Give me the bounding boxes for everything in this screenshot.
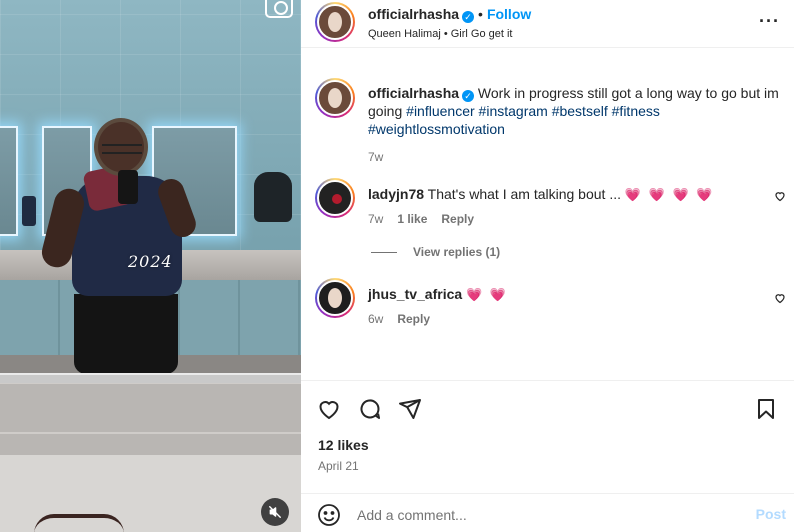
comment-item: jhus_tv_africa 💗 💗 6w Reply	[368, 285, 508, 326]
commenter-avatar[interactable]	[315, 278, 355, 318]
verified-badge-icon: ✓	[462, 90, 475, 102]
comment-input[interactable]	[357, 502, 737, 528]
replies-divider	[371, 251, 397, 253]
like-comment-heart-icon[interactable]	[774, 292, 786, 307]
emoji-icon[interactable]	[317, 503, 341, 527]
caption-time[interactable]: 7w	[368, 150, 783, 164]
author-username[interactable]: officialrhasha	[368, 6, 459, 22]
caption: officialrhasha ✓ Work in progress still g…	[368, 84, 783, 164]
mute-button[interactable]	[261, 498, 289, 526]
reply-button[interactable]: Reply	[397, 312, 430, 326]
caption-username[interactable]: officialrhasha	[368, 85, 459, 101]
heart-emojis: 💗 💗	[466, 287, 509, 302]
commenter-avatar[interactable]	[315, 178, 355, 218]
more-options-icon[interactable]: ···	[759, 12, 780, 30]
like-heart-icon[interactable]	[317, 397, 341, 421]
soap-dispenser	[22, 196, 36, 226]
post-date[interactable]: April 21	[318, 459, 359, 473]
hashtag-link[interactable]: #bestself	[552, 103, 608, 119]
post-comment-button[interactable]: Post	[756, 506, 786, 522]
person-mirror-selfie	[38, 118, 200, 374]
heart-emojis: 💗 💗 💗 💗	[624, 187, 715, 202]
share-send-icon[interactable]	[398, 397, 422, 421]
like-comment-heart-icon[interactable]	[774, 190, 786, 205]
comment-bubble-icon[interactable]	[358, 397, 382, 421]
towel-dispenser	[254, 172, 292, 222]
author-line: officialrhasha ✓ • Follow	[368, 6, 531, 24]
post-media[interactable]: 2024	[0, 0, 301, 532]
comment-username[interactable]: jhus_tv_africa	[368, 286, 462, 302]
comment-text: That's what I am talking bout ...	[427, 186, 621, 202]
mute-icon	[269, 506, 281, 518]
hashtag-link[interactable]: #weightlossmotivation	[368, 121, 505, 137]
comment-username[interactable]: ladyjn78	[368, 186, 424, 202]
post-actions: 12 likes April 21 Post	[301, 380, 794, 532]
likes-count[interactable]: 12 likes	[318, 437, 369, 453]
hashtag-link[interactable]: #influencer	[406, 103, 475, 119]
phone	[118, 170, 138, 204]
add-comment-bar: Post	[301, 493, 794, 532]
verified-badge-icon: ✓	[462, 11, 475, 23]
comment-item: ladyjn78 That's what I am talking bout .…	[368, 185, 714, 226]
comment-likes[interactable]: 1 like	[397, 212, 427, 226]
post-details-panel: officialrhasha ✓ • Follow Queen Halimaj • G…	[301, 0, 794, 532]
camera-icon	[265, 0, 293, 18]
author-avatar[interactable]	[315, 2, 355, 42]
post-header: officialrhasha ✓ • Follow Queen Halimaj • G…	[301, 0, 794, 48]
reply-button[interactable]: Reply	[441, 212, 474, 226]
comment-time[interactable]: 6w	[368, 312, 383, 326]
year-overlay-text: 2024	[128, 252, 173, 271]
view-replies-label: View replies (1)	[413, 245, 501, 259]
view-replies-button[interactable]: View replies (1)	[371, 245, 500, 259]
mirror-frame-edge	[0, 373, 301, 383]
audio-subtitle[interactable]: Queen Halimaj • Girl Go get it	[368, 28, 512, 40]
sunglasses-object	[34, 514, 124, 532]
save-bookmark-icon[interactable]	[754, 397, 778, 421]
comment-time[interactable]: 7w	[368, 212, 383, 226]
hashtag-link[interactable]: #fitness	[612, 103, 660, 119]
follow-button[interactable]: Follow	[487, 6, 531, 22]
separator-dot: •	[478, 6, 483, 22]
hashtag-link[interactable]: #instagram	[479, 103, 548, 119]
caption-avatar[interactable]	[315, 78, 355, 118]
backlit-mirror	[0, 126, 18, 236]
